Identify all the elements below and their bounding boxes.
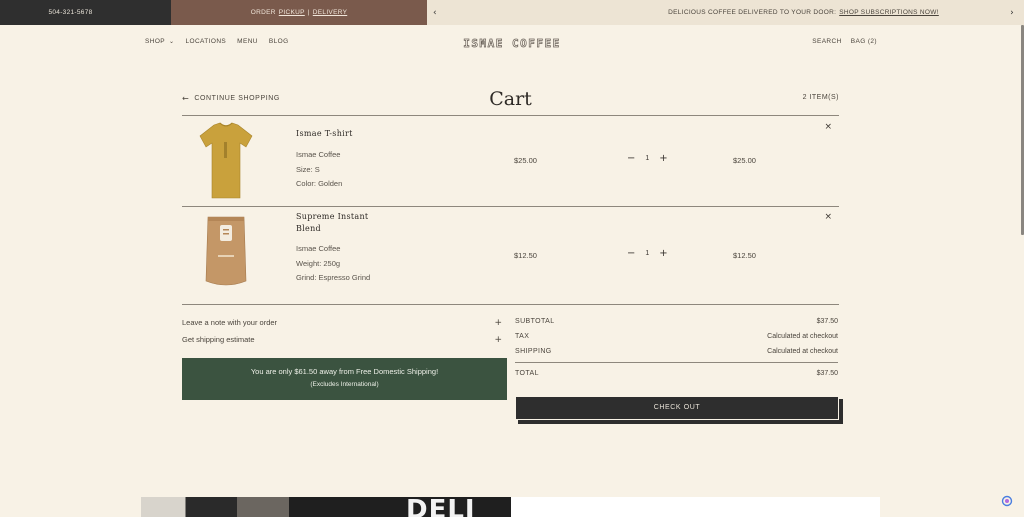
chat-widget-icon[interactable] — [1001, 495, 1013, 507]
shipping-estimate-toggle[interactable]: Get shipping estimate + — [182, 335, 502, 345]
cart-item: Supreme Instant Blend Ismae Coffee Weigh… — [182, 207, 839, 304]
subtotal-value: $37.50 — [816, 318, 838, 325]
total-label: TOTAL — [515, 370, 539, 377]
plus-icon[interactable]: + — [494, 318, 502, 328]
store-photo: DELI — [141, 497, 511, 517]
quantity-stepper: − 1 + — [627, 248, 668, 259]
shipping-label: SHIPPING — [515, 348, 552, 355]
divider — [182, 304, 839, 305]
minus-icon[interactable]: − — [627, 153, 635, 164]
unit-price: $12.50 — [514, 251, 537, 260]
product-option: Grind: Espresso Grind — [296, 272, 371, 282]
bag-link[interactable]: BAG (2) — [851, 38, 877, 45]
total-value: $37.50 — [816, 370, 838, 377]
close-icon[interactable]: × — [824, 212, 832, 222]
quantity-stepper: − 1 + — [627, 153, 668, 164]
free-shipping-banner: You are only $61.50 away from Free Domes… — [182, 358, 507, 400]
total-row: TOTAL $37.50 — [515, 370, 838, 377]
plus-icon[interactable]: + — [659, 248, 667, 259]
product-vendor: Ismae Coffee — [296, 150, 341, 159]
deli-sign: DELI — [406, 497, 476, 517]
content-panel — [511, 497, 880, 517]
product-name[interactable]: Ismae T-shirt — [296, 128, 386, 140]
product-option: Size: S — [296, 165, 320, 174]
cart-header: ← CONTINUE SHOPPING Cart 2 ITEM(S) — [182, 88, 839, 112]
free-shipping-message: You are only $61.50 away from Free Domes… — [250, 367, 439, 376]
shipping-estimate-label[interactable]: Get shipping estimate — [182, 335, 255, 345]
item-count: 2 ITEM(S) — [802, 94, 839, 101]
promo-text: DELICIOUS COFFEE DELIVERED TO YOUR DOOR: — [668, 9, 837, 16]
tax-row: TAX Calculated at checkout — [515, 333, 838, 340]
close-icon[interactable]: × — [824, 122, 832, 132]
product-option: Color: Golden — [296, 178, 343, 188]
site-header: SHOP ⌄ LOCATIONS MENU BLOG ISMAE COFFEE S… — [0, 25, 1024, 59]
subscriptions-link[interactable]: SHOP SUBSCRIPTIONS NOW! — [839, 9, 939, 16]
phone-text[interactable]: 504-321-5678 — [48, 9, 92, 16]
tax-label: TAX — [515, 333, 530, 340]
subtotal-label: SUBTOTAL — [515, 318, 555, 325]
plus-icon[interactable]: + — [659, 153, 667, 164]
divider — [515, 362, 838, 363]
product-name[interactable]: Supreme Instant Blend — [296, 211, 386, 235]
tax-value: Calculated at checkout — [767, 333, 838, 340]
checkout-button[interactable]: CHECK OUT — [515, 396, 839, 420]
product-meta: Ismae Coffee Weight: 250g Grind: Espress… — [296, 242, 376, 284]
product-option: Weight: 250g — [296, 259, 341, 268]
promo-banner: ‹ DELICIOUS COFFEE DELIVERED TO YOUR DOO… — [427, 0, 1024, 25]
phone-number[interactable]: 504-321-5678 — [0, 0, 171, 25]
header-actions: SEARCH BAG (2) — [812, 38, 877, 45]
order-separator: | — [307, 9, 310, 16]
product-vendor: Ismae Coffee — [296, 244, 341, 253]
search-link[interactable]: SEARCH — [812, 38, 842, 45]
plus-icon[interactable]: + — [494, 335, 502, 345]
delivery-link[interactable]: DELIVERY — [313, 9, 347, 16]
pickup-link[interactable]: PICKUP — [279, 9, 305, 16]
line-total: $25.00 — [733, 156, 756, 165]
quantity-value[interactable]: 1 — [645, 250, 649, 257]
order-label: ORDER — [250, 9, 276, 16]
free-shipping-note: (Excludes International) — [310, 381, 379, 388]
quantity-value[interactable]: 1 — [645, 155, 649, 162]
cart-item: Ismae T-shirt Ismae Coffee Size: S Color… — [182, 116, 839, 206]
subtotal-row: SUBTOTAL $37.50 — [515, 318, 838, 325]
order-note-toggle[interactable]: Leave a note with your order + — [182, 318, 502, 328]
order-note-label[interactable]: Leave a note with your order — [182, 318, 277, 328]
minus-icon[interactable]: − — [627, 248, 635, 259]
shipping-row: SHIPPING Calculated at checkout — [515, 348, 838, 355]
product-meta: Ismae Coffee Size: S Color: Golden — [296, 148, 376, 190]
unit-price: $25.00 — [514, 156, 537, 165]
chevron-right-icon[interactable]: › — [1010, 8, 1014, 18]
announcement-bar: 504-321-5678 ORDER PICKUP | DELIVERY ‹ D… — [0, 0, 1024, 25]
page-title: Cart — [489, 88, 532, 110]
line-total: $12.50 — [733, 251, 756, 260]
coffee-bag-image[interactable] — [194, 211, 258, 291]
order-options: ORDER PICKUP | DELIVERY — [171, 0, 427, 25]
tshirt-image[interactable] — [194, 120, 258, 200]
shipping-value: Calculated at checkout — [767, 348, 838, 355]
